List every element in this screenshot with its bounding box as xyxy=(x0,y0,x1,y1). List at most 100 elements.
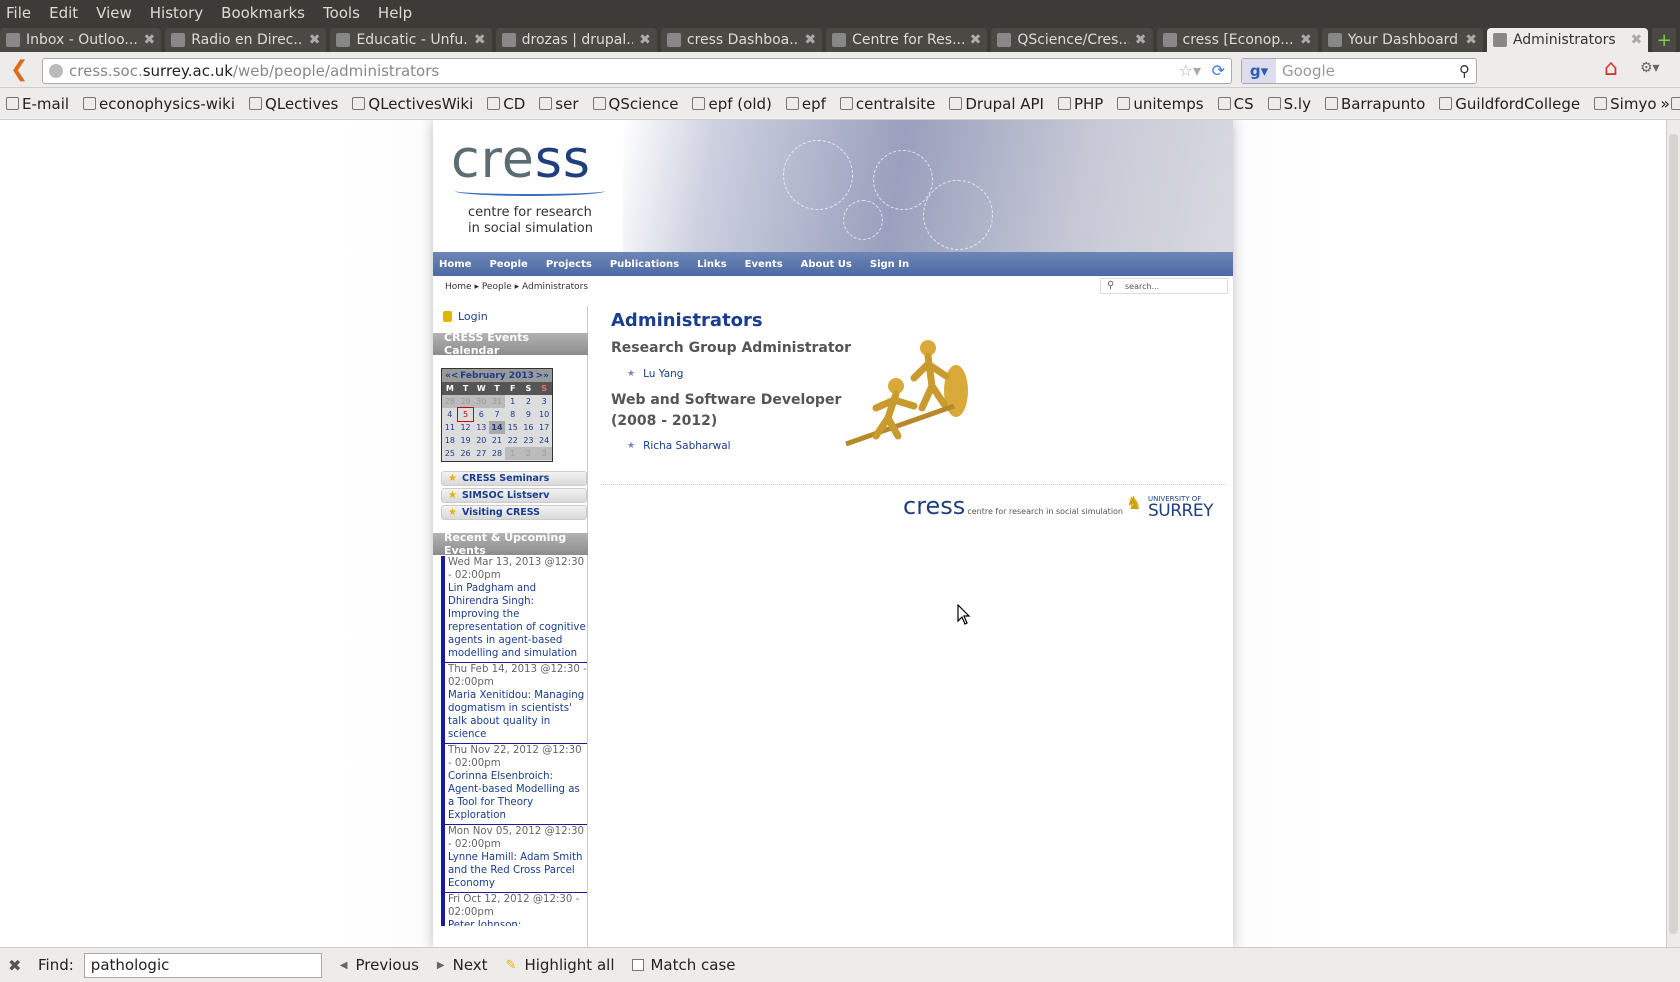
nav-people[interactable]: People xyxy=(489,259,527,270)
person-link-richa-sabharwal[interactable]: ★ Richa Sabharwal xyxy=(627,440,731,452)
calendar-day[interactable]: 8 xyxy=(505,408,521,421)
close-tab-icon[interactable]: ✖ xyxy=(309,32,321,48)
scrollbar-thumb[interactable] xyxy=(1669,134,1678,934)
nav-projects[interactable]: Projects xyxy=(546,259,592,270)
browser-tab[interactable]: QScience/Cres... ✖ xyxy=(991,28,1153,52)
browser-tab[interactable]: Centre for Res... ✖ xyxy=(826,28,988,52)
bookmark-item[interactable]: Drupal API xyxy=(949,95,1044,113)
home-icon[interactable]: ⌂ xyxy=(1604,56,1618,81)
back-arrow-icon[interactable]: ❮ xyxy=(10,58,32,81)
browser-tab[interactable]: cress [Econop... ✖ xyxy=(1156,28,1318,52)
bookmark-item[interactable]: CS xyxy=(1217,95,1254,113)
close-tab-icon[interactable]: ✖ xyxy=(1630,32,1642,48)
calendar-day[interactable]: 19 xyxy=(458,434,474,447)
calendar-day[interactable]: 6 xyxy=(473,408,489,421)
calendar-day[interactable]: 28 xyxy=(489,447,505,460)
reload-icon[interactable]: ⟳ xyxy=(1212,61,1225,80)
close-tab-icon[interactable]: ✖ xyxy=(474,32,486,48)
bookmark-item[interactable]: QLectivesWiki xyxy=(352,95,473,113)
bookmark-item[interactable]: centralsite xyxy=(839,95,935,113)
menu-bookmarks[interactable]: Bookmarks xyxy=(221,4,305,22)
bookmark-item[interactable]: econophysics-wiki xyxy=(83,95,235,113)
close-tab-icon[interactable]: ✖ xyxy=(1300,32,1312,48)
event-link[interactable]: Maria Xenitidou: Managing dogmatism in s… xyxy=(448,689,587,741)
browser-tab[interactable]: drozas | drupal... ✖ xyxy=(495,28,657,52)
calendar-day[interactable]: 27 xyxy=(473,447,489,460)
vertical-scrollbar[interactable] xyxy=(1666,120,1680,947)
breadcrumb-item[interactable]: People xyxy=(482,282,512,292)
close-tab-icon[interactable]: ✖ xyxy=(970,32,982,48)
calendar-day[interactable]: 1 xyxy=(504,447,521,460)
link-cress-seminars[interactable]: ★ CRESS Seminars xyxy=(441,471,587,486)
browser-tab[interactable]: Administrators ✖ xyxy=(1486,28,1649,52)
calendar-day[interactable]: 20 xyxy=(473,434,489,447)
calendar-day[interactable]: 10 xyxy=(536,408,552,421)
bookmark-item[interactable]: Barrapunto xyxy=(1324,95,1425,113)
browser-tab[interactable]: Radio en Direc... ✖ xyxy=(165,28,327,52)
nav-events[interactable]: Events xyxy=(745,259,783,270)
menu-view[interactable]: View xyxy=(96,4,132,22)
bookmark-item[interactable]: E-mail xyxy=(6,95,69,113)
menu-help[interactable]: Help xyxy=(378,4,412,22)
calendar-day[interactable]: 9 xyxy=(521,408,537,421)
bookmark-item[interactable]: CD xyxy=(487,95,525,113)
bookmark-item[interactable]: Simyo xyxy=(1594,95,1657,113)
url-bar[interactable]: cress.soc. surrey.ac.uk/web/people/admini… xyxy=(42,58,1232,84)
event-link[interactable]: Lin Padgham and Dhirendra Singh: Improvi… xyxy=(448,582,587,660)
calendar-day[interactable]: 24 xyxy=(536,434,552,447)
calendar-day[interactable]: 12 xyxy=(458,421,474,434)
calendar-day[interactable]: 3 xyxy=(536,447,552,460)
site-search-input[interactable]: ⚲ search... xyxy=(1100,278,1228,294)
nav-publications[interactable]: Publications xyxy=(610,259,679,270)
calendar-day[interactable]: 1 xyxy=(505,395,521,408)
close-tab-icon[interactable]: ✖ xyxy=(1465,32,1477,48)
calendar-day[interactable]: 11 xyxy=(442,421,458,434)
calendar-day[interactable]: 30 xyxy=(473,395,490,408)
menu-history[interactable]: History xyxy=(150,4,203,22)
calendar-month[interactable]: February 2013 xyxy=(460,371,534,381)
magnifier-icon[interactable]: ⚲ xyxy=(1459,62,1470,80)
event-link[interactable]: Corinna Elsenbroich: Agent-based Modelli… xyxy=(448,770,587,822)
browser-tab[interactable]: Inbox - Outloo... ✖ xyxy=(0,28,162,52)
bookmark-item[interactable]: S.ly xyxy=(1267,95,1311,113)
calendar-day[interactable]: 18 xyxy=(442,434,458,447)
close-tab-icon[interactable]: ✖ xyxy=(804,32,816,48)
bookmark-item[interactable]: epf (old) xyxy=(692,95,772,113)
event-link[interactable]: Peter Johnson: Understanding the use of … xyxy=(448,919,587,926)
calendar-day[interactable]: 7 xyxy=(489,408,505,421)
login-link[interactable]: Login xyxy=(443,310,488,323)
close-tab-icon[interactable]: ✖ xyxy=(639,32,651,48)
nav-sign-in[interactable]: Sign In xyxy=(870,259,909,270)
nav-links[interactable]: Links xyxy=(697,259,727,270)
chevron-right-icon[interactable]: » xyxy=(1660,94,1670,113)
google-engine-icon[interactable]: g▾ xyxy=(1242,59,1276,83)
breadcrumb-item[interactable]: Home xyxy=(445,282,472,292)
calendar-day[interactable]: 14 xyxy=(489,421,505,434)
calendar-day[interactable]: 5 xyxy=(456,407,475,422)
calendar-day[interactable]: 25 xyxy=(442,447,458,460)
extension-icon[interactable]: ⚙▾ xyxy=(1640,60,1660,76)
bookmark-item[interactable]: QScience xyxy=(592,95,678,113)
menu-file[interactable]: File xyxy=(6,4,31,22)
bookmark-item[interactable]: T-Mob xyxy=(1670,95,1680,113)
find-previous-button[interactable]: ◀ Previous xyxy=(340,956,419,974)
bookmark-star-icon[interactable]: ☆▾ xyxy=(1179,61,1201,80)
person-link-lu-yang[interactable]: ★ Lu Yang xyxy=(627,368,683,380)
calendar-day[interactable]: 17 xyxy=(536,421,552,434)
new-tab-button[interactable]: + xyxy=(1652,28,1677,52)
close-tab-icon[interactable]: ✖ xyxy=(1135,32,1147,48)
calendar-prev-button[interactable]: «< xyxy=(445,371,458,381)
calendar-day[interactable]: 2 xyxy=(520,447,537,460)
calendar-day[interactable]: 16 xyxy=(521,421,537,434)
close-tab-icon[interactable]: ✖ xyxy=(143,32,155,48)
browser-tab[interactable]: Your Dashboard ✖ xyxy=(1321,28,1483,52)
menu-tools[interactable]: Tools xyxy=(323,4,360,22)
calendar-next-button[interactable]: >» xyxy=(536,371,549,381)
match-case-checkbox[interactable]: Match case xyxy=(632,956,736,974)
highlight-all-toggle[interactable]: ✎ Highlight all xyxy=(506,956,615,974)
bookmark-item[interactable]: unitemps xyxy=(1117,95,1204,113)
calendar-day[interactable]: 21 xyxy=(489,434,505,447)
web-search-box[interactable]: g▾ Google ⚲ xyxy=(1241,58,1477,84)
calendar-day[interactable]: 2 xyxy=(521,395,537,408)
cress-logo[interactable]: cress xyxy=(451,130,591,190)
